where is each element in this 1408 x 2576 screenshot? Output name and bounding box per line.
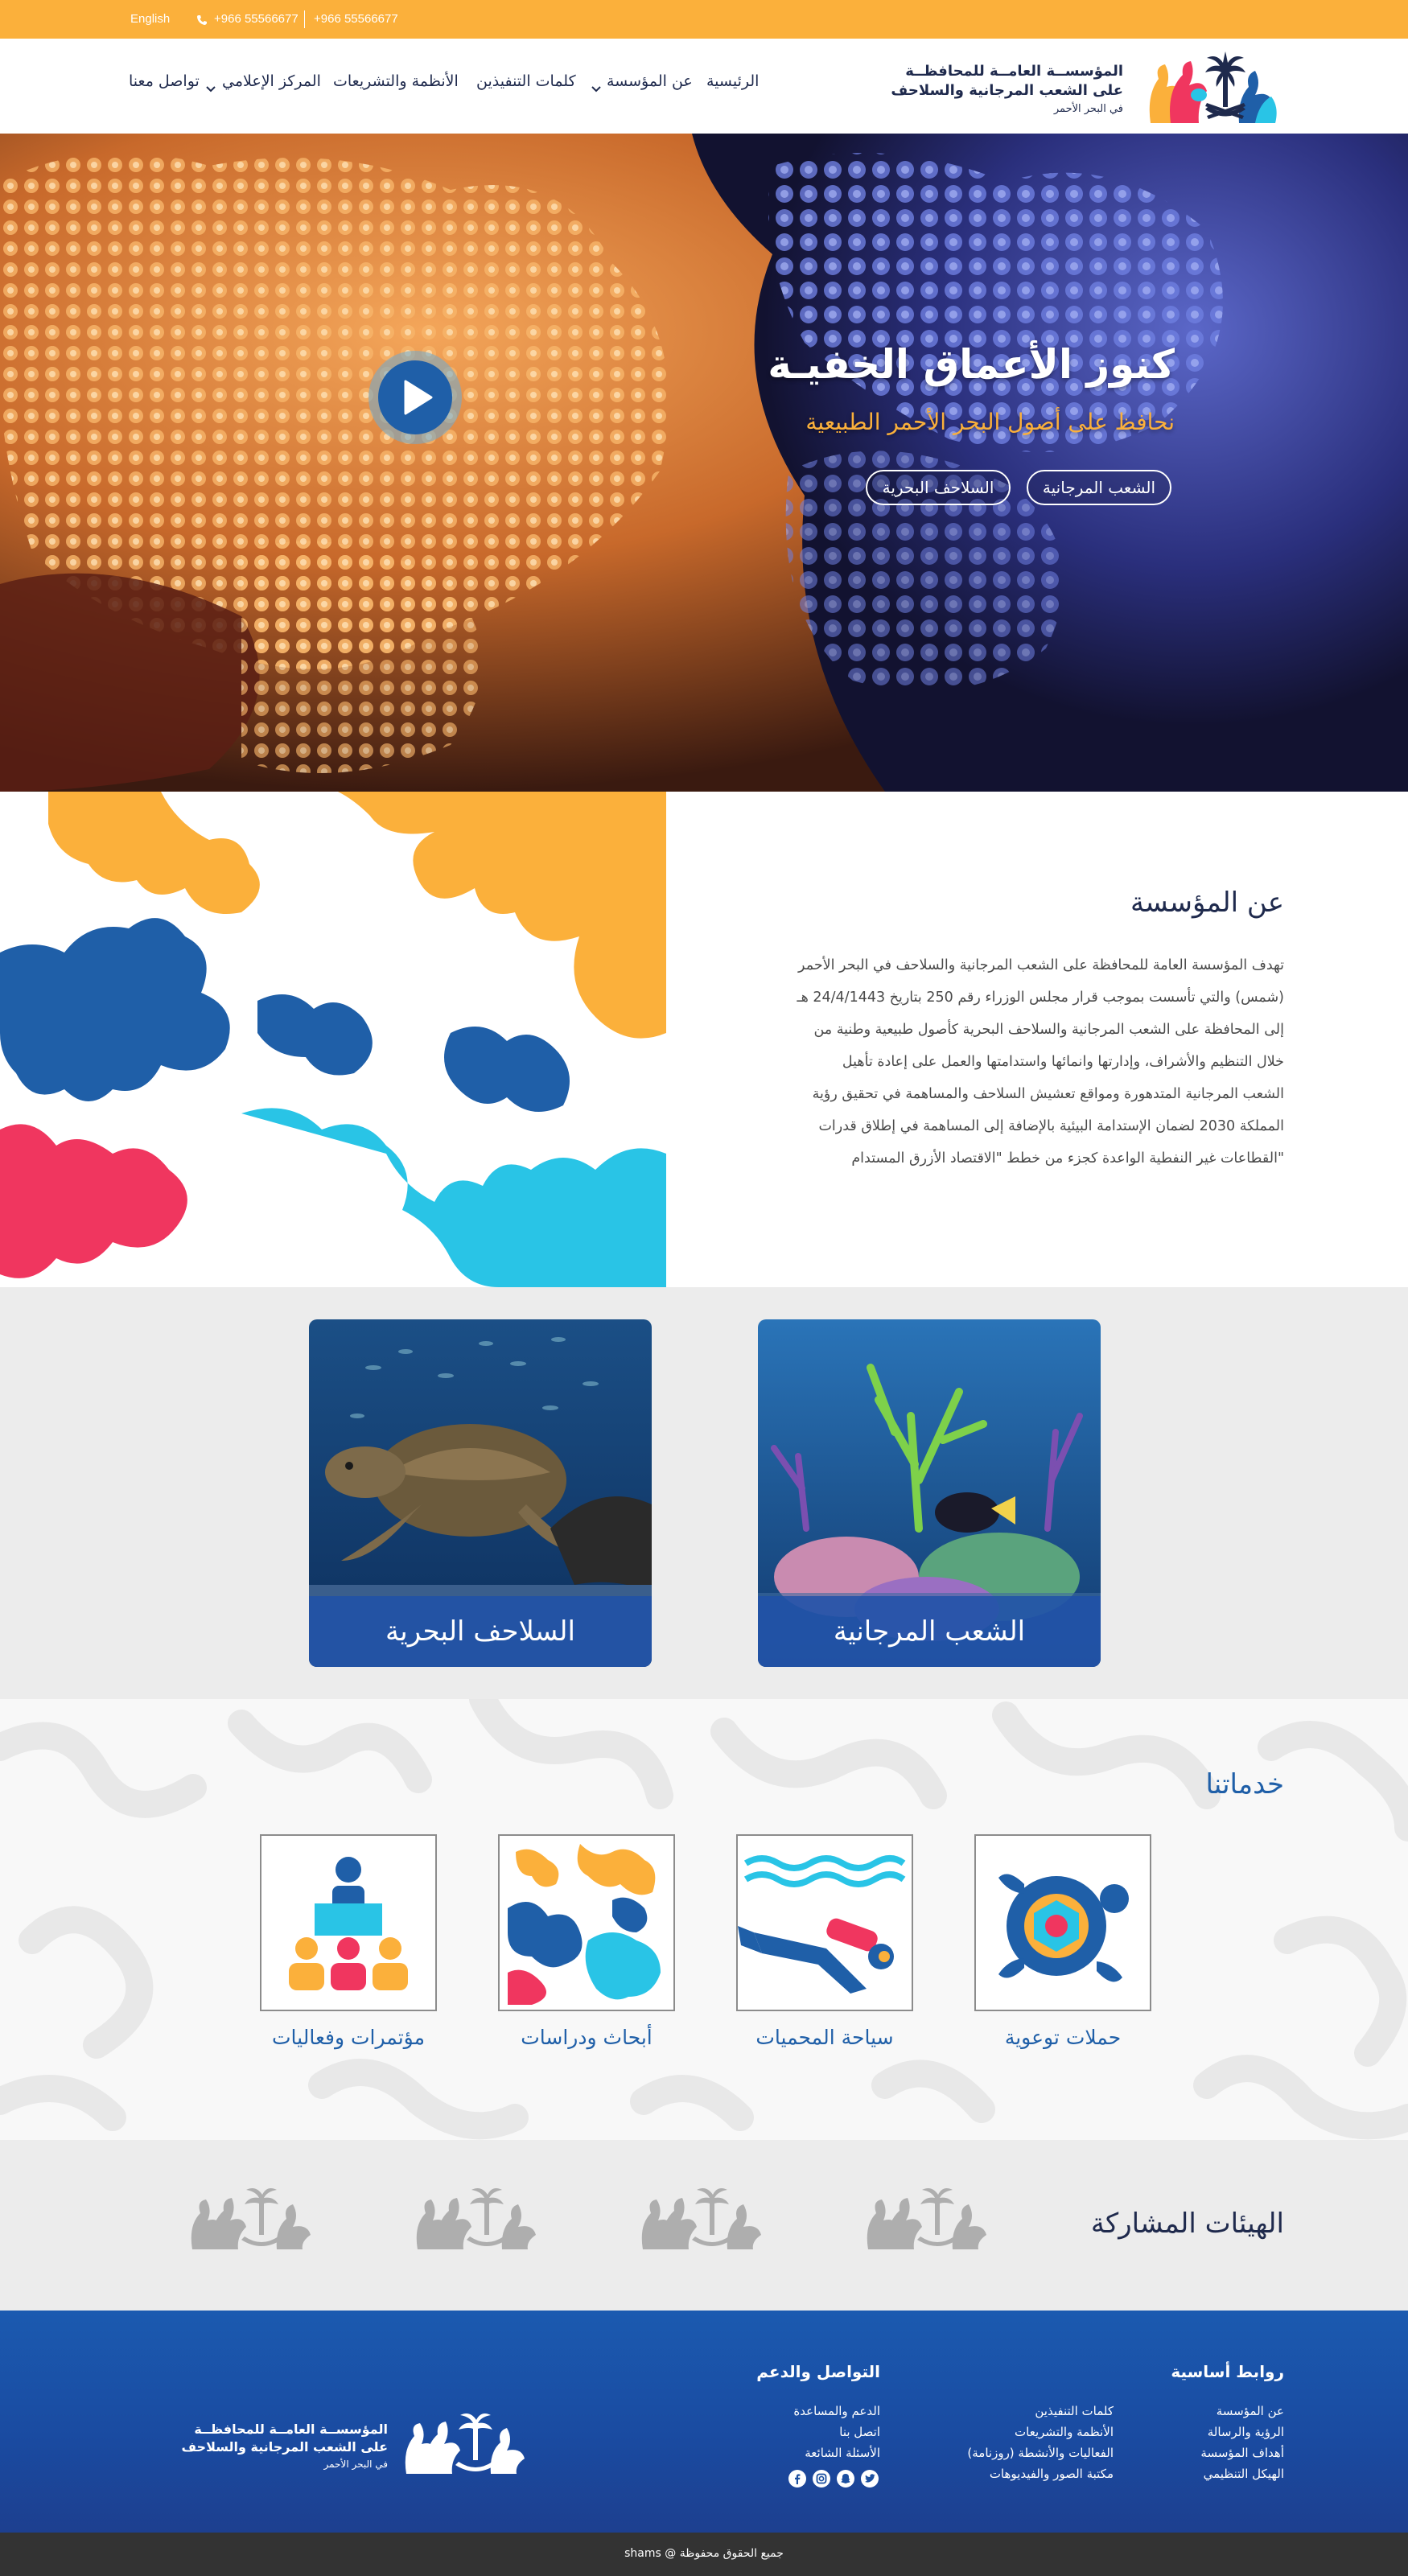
about-text-line: المملكة 2030 لضمان الإستدامة البيئية بال… [818, 1118, 1284, 1134]
about-title: عن المؤسسة [1130, 887, 1284, 919]
about-text-line: تهدف المؤسسة العامة للمحافظة على الشعب ا… [798, 957, 1284, 973]
footer-link[interactable]: عن المؤسسة [1217, 2404, 1284, 2418]
partner-logo-graphic [867, 2188, 986, 2249]
sea-turtles-button[interactable]: السلاحف البحرية [866, 470, 1011, 505]
footer-contact-link[interactable]: اتصل بنا [839, 2425, 880, 2439]
footer-logo-line-2: على الشعب المرجانية والسلاحف [181, 2439, 388, 2455]
partner-logo[interactable] [414, 2177, 550, 2257]
partner-logo[interactable] [188, 2177, 325, 2257]
copyright-bar: جميع الحقوق محفوظة @ shams [0, 2533, 1408, 2576]
coral-reefs-card-title: الشعب المرجانية [758, 1596, 1101, 1667]
footer-link[interactable]: كلمات التنفيذين [1035, 2404, 1114, 2418]
footer-logo-line-3: في البحر الأحمر [323, 2459, 389, 2470]
footer-link[interactable]: الرؤية والرسالة [1208, 2425, 1284, 2439]
nav-item-media-center[interactable]: المركز الإعلامي [222, 72, 321, 90]
footer-link[interactable]: مكتبة الصور والفيديوهات [990, 2467, 1114, 2481]
hero-banner: كنوز الأعماق الخفيـة نحافظ على أصول البح… [0, 134, 1408, 792]
coral-pattern-illustration [0, 792, 666, 1287]
about-text-line: "القطاعات غير النفطية الواعدة كجزء من خط… [851, 1150, 1284, 1167]
service-awareness-label[interactable]: حملات توعوية [974, 2026, 1151, 2049]
turtle-icon [998, 1874, 1129, 1982]
phone-number-1[interactable]: +966 55566677 [214, 12, 298, 26]
facebook-icon[interactable] [788, 2470, 806, 2488]
phone-number-2[interactable]: +966 55566677 [314, 12, 398, 26]
footer-link[interactable]: أهداف المؤسسة [1200, 2446, 1284, 2460]
top-bar: English +966 55566677 +966 55566677 [0, 0, 1408, 39]
diver-icon [738, 1855, 906, 1994]
footer-logo[interactable] [402, 2405, 531, 2478]
services-title: خدماتنا [1205, 1768, 1284, 1800]
about-text-line: الشعب المرجانية المتدهورة ومواقع تعشيش ا… [812, 1086, 1284, 1102]
footer: روابط أساسية عن المؤسسة الرؤية والرسالة … [0, 2311, 1408, 2533]
logo-title-line-1: المؤسســة العامــة للمحافظــة [905, 63, 1123, 80]
footer-contact-link[interactable]: الدعم والمساعدة [793, 2404, 880, 2418]
header: تواصل معنا المركز الإعلامي الأنظمة والتش… [0, 39, 1408, 134]
service-research-label[interactable]: أبحاث ودراسات [498, 2026, 675, 2049]
twitter-icon[interactable] [861, 2470, 879, 2488]
footer-link[interactable]: الهيكل التنظيمي [1204, 2467, 1284, 2481]
hero-subtitle: نحافظ على أصول البحر الأحمر الطبيعية [805, 409, 1175, 435]
hero-background-image [0, 134, 1408, 792]
nav-item-regulations[interactable]: الأنظمة والتشريعات [333, 72, 459, 90]
service-conferences-label[interactable]: مؤتمرات وفعاليات [260, 2026, 437, 2049]
play-icon [378, 360, 452, 434]
phone-icon [196, 14, 208, 25]
partners-title: الهيئات المشاركة [1090, 2208, 1284, 2240]
logo-title-line-3: في البحر الأحمر [1053, 103, 1123, 115]
topics-section: السلاحف البحرية الشعب المرجانية [0, 1287, 1408, 1699]
services-section: خدماتنا حملات توعوية سياحة المحميات أبحا… [0, 1699, 1408, 2140]
sea-turtles-card[interactable]: السلاحف البحرية [309, 1319, 652, 1667]
coral-reefs-card[interactable]: الشعب المرجانية [758, 1319, 1101, 1667]
coral-research-icon [508, 1844, 661, 2005]
footer-contact-link[interactable]: الأسئلة الشائعة [805, 2446, 880, 2460]
coral-reefs-button[interactable]: الشعب المرجانية [1027, 470, 1171, 505]
sea-turtles-card-title: السلاحف البحرية [309, 1596, 652, 1667]
site-logo[interactable] [1142, 47, 1282, 127]
about-text-line: خلال التنظيم والأشراف، وإدارتها وانمائها… [842, 1054, 1284, 1070]
service-tourism-card[interactable] [736, 1834, 913, 2011]
hero-title: كنوز الأعماق الخفيـة [768, 341, 1175, 388]
partners-section: الهيئات المشاركة [0, 2140, 1408, 2311]
service-research-card[interactable] [498, 1834, 675, 2011]
partner-logo-graphic [416, 2188, 536, 2249]
coral-pattern-background [0, 1699, 1408, 2140]
footer-link[interactable]: الفعاليات والأنشطة (روزنامة) [967, 2446, 1114, 2460]
chevron-down-icon [591, 80, 601, 96]
snapchat-icon[interactable] [837, 2470, 854, 2488]
footer-link[interactable]: الأنظمة والتشريعات [1015, 2425, 1114, 2439]
nav-item-executives[interactable]: كلمات التنفيذين [476, 72, 576, 90]
footer-contact-title: التواصل والدعم [756, 2362, 880, 2381]
about-text-line: (شمس) والتي تأسست بموجب قرار مجلس الوزرا… [797, 990, 1284, 1006]
instagram-icon[interactable] [813, 2470, 830, 2488]
nav-item-home[interactable]: الرئيسية [706, 72, 759, 90]
service-tourism-label[interactable]: سياحة المحميات [736, 2026, 913, 2049]
footer-logo-line-1: المؤسســة العامــة للمحافظــة [194, 2422, 388, 2437]
footer-links-title: روابط أساسية [1171, 2362, 1284, 2381]
chevron-down-icon [206, 80, 216, 96]
nav-item-contact[interactable]: تواصل معنا [129, 72, 200, 90]
divider [304, 10, 305, 28]
play-video-button[interactable] [368, 351, 462, 444]
partner-logo-graphic [641, 2188, 761, 2249]
partner-logo-graphic [191, 2188, 311, 2249]
service-awareness-card[interactable] [974, 1834, 1151, 2011]
about-text-line: إلى المحافظة على الشعب المرجانية والسلاح… [813, 1022, 1284, 1038]
partner-logo[interactable] [864, 2177, 1001, 2257]
nav-item-about[interactable]: عن المؤسسة [607, 72, 693, 90]
logo-title-line-2: على الشعب المرجانية والسلاحف [891, 82, 1123, 99]
service-conferences-card[interactable] [260, 1834, 437, 2011]
language-switch[interactable]: English [130, 12, 170, 26]
partner-logo[interactable] [639, 2177, 776, 2257]
conference-icon [289, 1857, 408, 1990]
copyright-text: جميع الحقوق محفوظة @ shams [624, 2547, 784, 2560]
